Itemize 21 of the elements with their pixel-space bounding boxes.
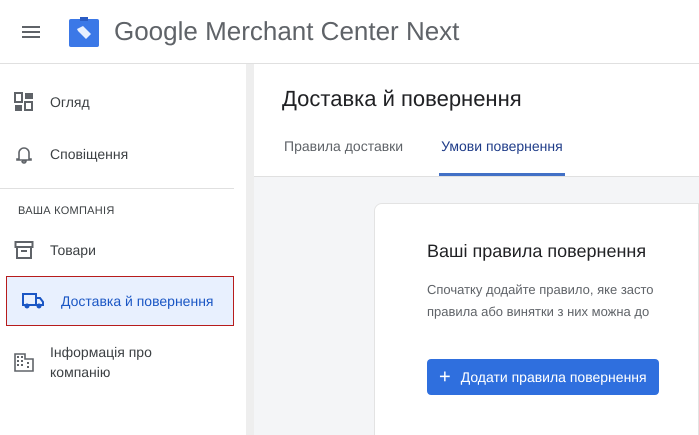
truck-icon bbox=[21, 290, 45, 310]
nav-item[interactable]: Огляд bbox=[0, 80, 234, 124]
archive-icon bbox=[14, 240, 34, 260]
nav-item[interactable]: Сповіщення bbox=[0, 132, 234, 176]
card-title: Ваші правила повернення bbox=[427, 240, 648, 263]
tab[interactable]: Правила доставки bbox=[282, 133, 406, 176]
nav-item[interactable]: Доставка й повернення bbox=[6, 276, 234, 326]
nav-item[interactable]: Товари bbox=[0, 228, 234, 272]
page-title: Доставка й повернення bbox=[282, 85, 523, 113]
app-title: Google Merchant Center Next bbox=[114, 15, 460, 48]
building-icon bbox=[14, 352, 34, 372]
tag-icon bbox=[68, 16, 100, 48]
nav-item[interactable]: Інформація про компанію bbox=[0, 330, 234, 394]
menu-icon[interactable] bbox=[22, 26, 40, 38]
add-return-rules-button[interactable]: + Додати правила повернення bbox=[427, 359, 659, 395]
description-line: Спочатку додайте правило, яке засто bbox=[427, 281, 655, 299]
bell-icon bbox=[14, 144, 34, 164]
description-line: правила або винятки з них можна до bbox=[427, 303, 650, 321]
section-title: ВАША КОМПАНІЯ bbox=[17, 204, 116, 219]
dashboard-icon bbox=[14, 92, 34, 112]
tab[interactable]: Умови повернення bbox=[439, 133, 565, 176]
